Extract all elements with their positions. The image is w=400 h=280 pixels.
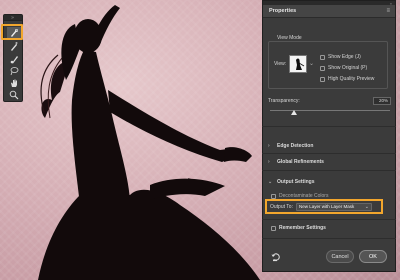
chevron-down-icon: ⌄: [364, 203, 369, 210]
lasso-icon[interactable]: [7, 65, 21, 77]
brush-icon[interactable]: [7, 53, 21, 65]
panel-title-text: Properties: [269, 8, 297, 14]
output-to-select[interactable]: New Layer with Layer Mask ⌄: [295, 202, 372, 211]
tools-panel: »: [3, 14, 23, 102]
panel-title[interactable]: Properties ≡: [263, 5, 395, 18]
quick-selection-icon[interactable]: [7, 27, 21, 39]
toolbar-grip[interactable]: »: [4, 15, 22, 21]
hand-icon[interactable]: [7, 77, 21, 89]
properties-panel: » Properties ≡: [262, 0, 396, 272]
view-mode-thumbnail[interactable]: [289, 55, 307, 73]
zoom-icon[interactable]: [7, 89, 21, 101]
panel-menu-icon[interactable]: ≡: [386, 8, 390, 14]
output-to-value: New Layer with Layer Mask: [298, 203, 355, 209]
refine-edge-brush-icon[interactable]: [7, 41, 21, 53]
